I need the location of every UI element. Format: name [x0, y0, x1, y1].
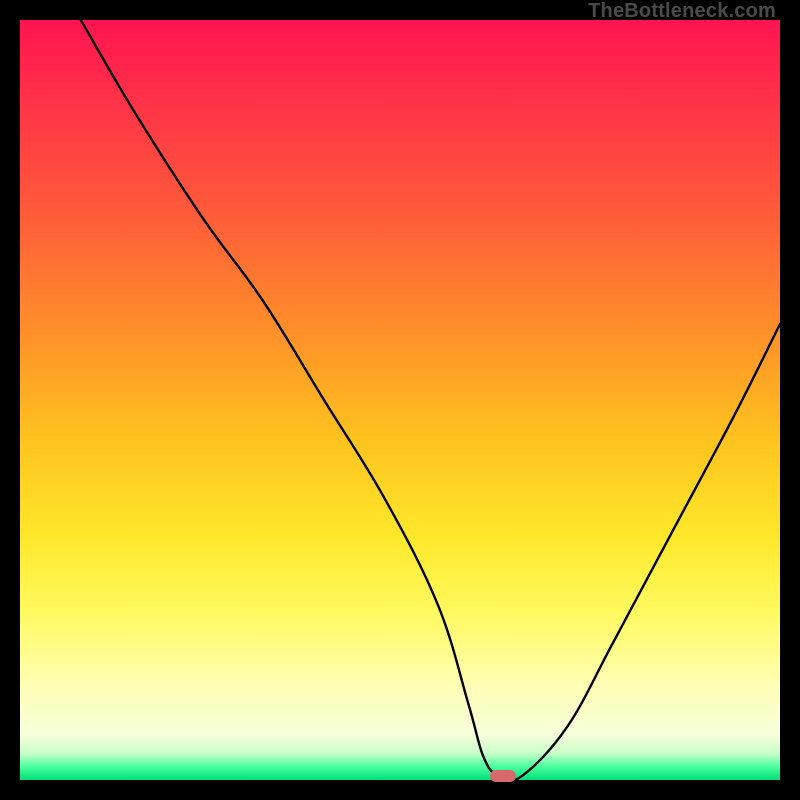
chart-frame: TheBottleneck.com	[0, 0, 800, 800]
optimum-marker	[490, 770, 516, 782]
bottleneck-curve	[20, 20, 780, 780]
watermark-text: TheBottleneck.com	[588, 0, 776, 23]
